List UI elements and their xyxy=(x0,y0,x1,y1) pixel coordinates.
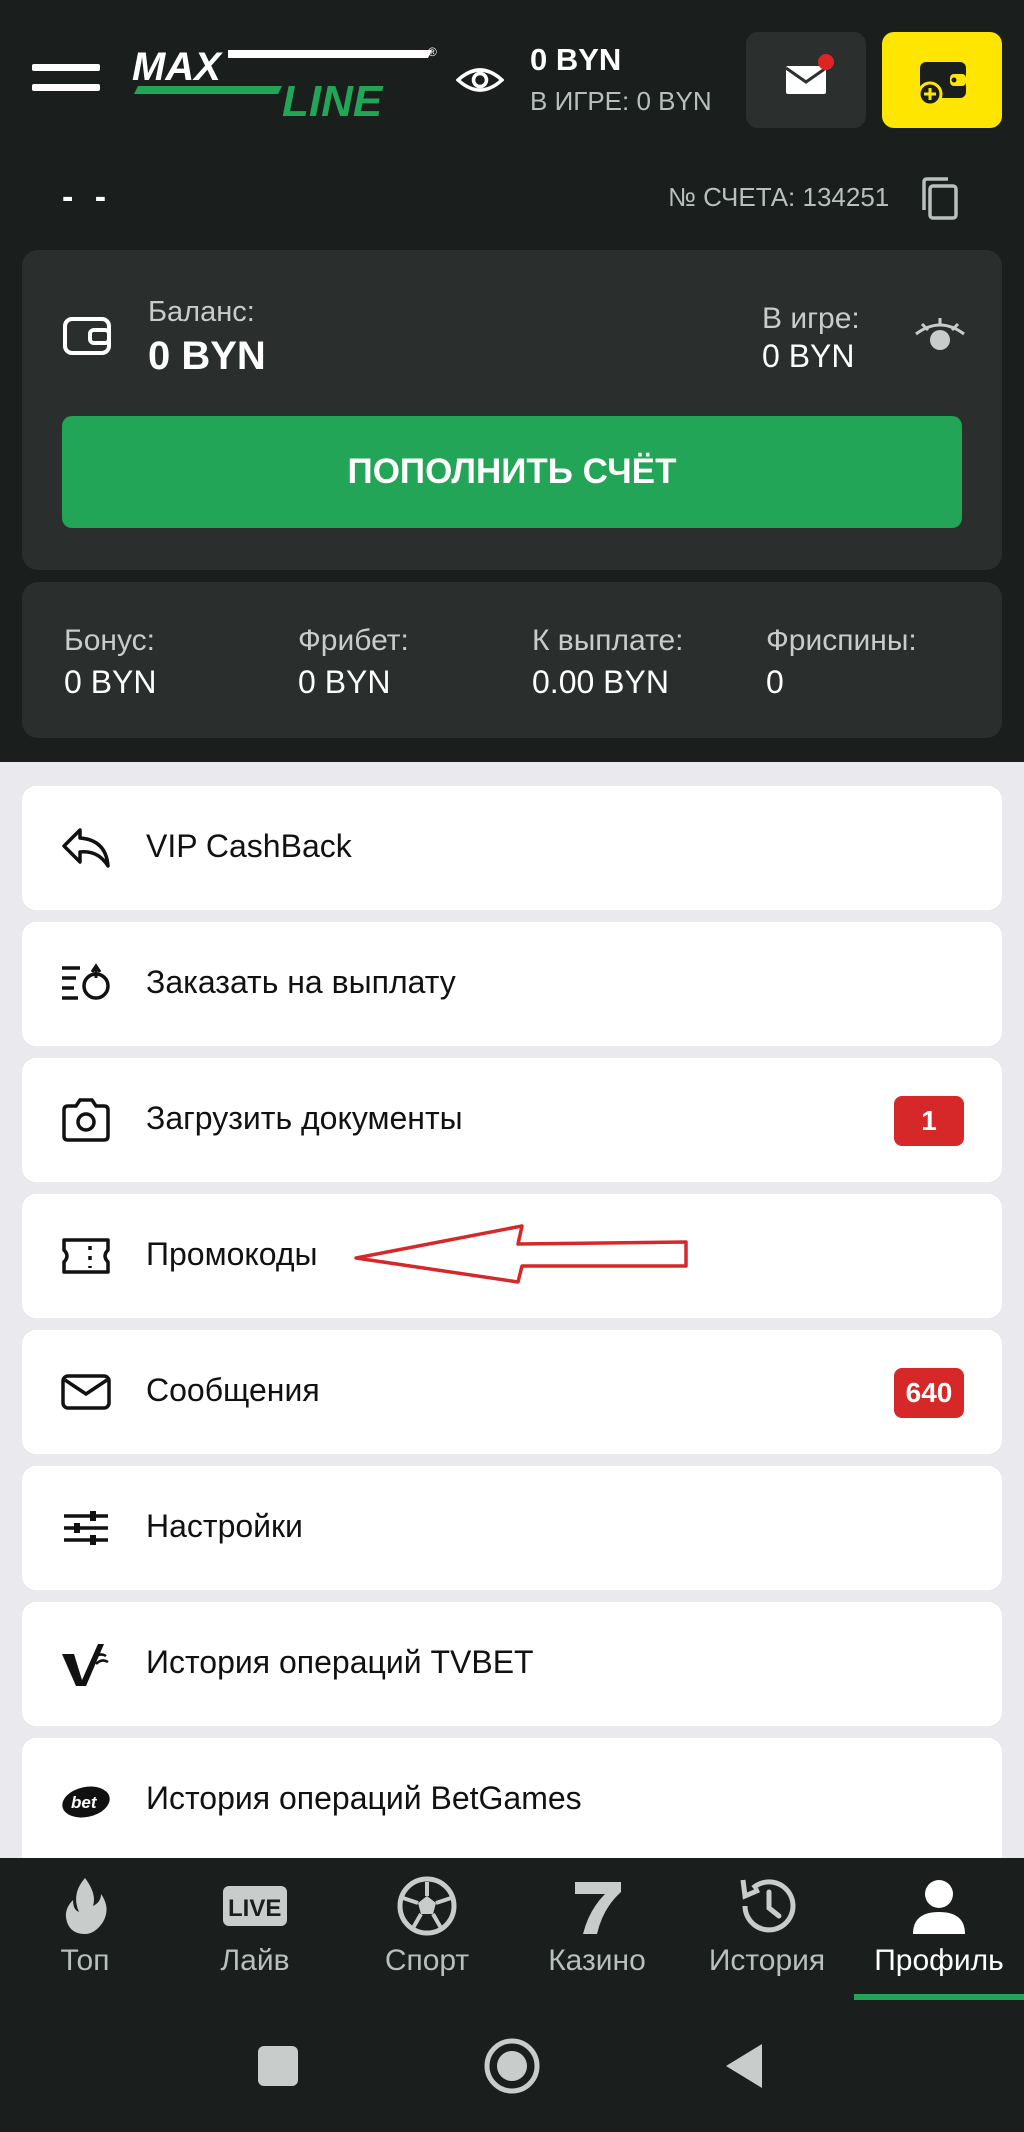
svg-text:LINE: LINE xyxy=(282,77,384,116)
nav-label: Топ xyxy=(60,1944,110,1977)
stat-value: 0.00 BYN xyxy=(532,664,669,700)
stat-freespins: Фриспины: 0 xyxy=(766,624,917,701)
header-in-game: В ИГРЕ: 0 BYN xyxy=(530,86,712,116)
seven-icon xyxy=(575,1882,621,1934)
hide-balance-icon[interactable] xyxy=(912,318,968,358)
notification-dot xyxy=(818,54,834,70)
envelope-icon xyxy=(61,1374,111,1410)
menu-item-label: Промокоды xyxy=(146,1236,318,1272)
menu-item-label: Сообщения xyxy=(146,1372,320,1408)
betgames-icon: bet xyxy=(62,1786,110,1818)
nav-label: Казино xyxy=(548,1944,646,1977)
menu-item-settings[interactable]: Настройки xyxy=(22,1466,1002,1590)
in-game-label: В игре: xyxy=(762,302,860,335)
svg-text:LIVE: LIVE xyxy=(228,1895,281,1922)
stat-value: 0 xyxy=(766,664,784,700)
menu-item-upload-documents[interactable]: Загрузить документы 1 xyxy=(22,1058,1002,1182)
menu-item-label: Загрузить документы xyxy=(146,1100,463,1136)
stat-value: 0 BYN xyxy=(298,664,391,700)
nav-sport[interactable]: Спорт xyxy=(342,1858,512,2000)
eye-icon[interactable] xyxy=(456,62,504,98)
wallet-plus-icon xyxy=(917,62,966,106)
menu-item-betgames-history[interactable]: bet История операций BetGames xyxy=(22,1738,1002,1858)
withdraw-icon xyxy=(62,963,110,1000)
menu-item-label: VIP CashBack xyxy=(146,828,352,864)
messages-count-badge: 640 xyxy=(894,1368,964,1418)
nav-top[interactable]: Топ xyxy=(0,1858,170,2000)
sliders-icon xyxy=(64,1511,108,1545)
stat-bonus: Бонус: 0 BYN xyxy=(64,624,156,701)
documents-count-badge: 1 xyxy=(894,1096,964,1146)
nav-label: Профиль xyxy=(874,1944,1004,1977)
menu-item-label: История операций BetGames xyxy=(146,1780,582,1816)
svg-text:MAX: MAX xyxy=(132,45,223,89)
user-icon xyxy=(913,1880,965,1934)
stat-value: 0 BYN xyxy=(64,664,157,700)
nav-profile[interactable]: Профиль xyxy=(854,1858,1024,2000)
nav-label: Лайв xyxy=(220,1944,290,1977)
maxline-logo[interactable]: MAX LINE ® xyxy=(132,44,442,116)
menu-item-label: Заказать на выплату xyxy=(146,964,456,1000)
svg-text:bet: bet xyxy=(71,1793,98,1812)
stat-label: Бонус: xyxy=(64,624,155,657)
nav-casino[interactable]: Казино xyxy=(512,1858,682,2000)
annotation-arrow xyxy=(354,1224,688,1284)
stat-payout: К выплате: 0.00 BYN xyxy=(532,624,684,701)
menu-item-messages[interactable]: Сообщения 640 xyxy=(22,1330,1002,1454)
home-icon[interactable] xyxy=(482,2036,542,2096)
menu-item-vip-cashback[interactable]: VIP CashBack xyxy=(22,786,1002,910)
live-icon: LIVE xyxy=(223,1886,287,1926)
messages-button[interactable] xyxy=(746,32,866,128)
stat-label: К выплате: xyxy=(532,624,684,657)
in-game-value: 0 BYN xyxy=(762,338,855,374)
nav-live[interactable]: LIVE Лайв xyxy=(170,1858,340,2000)
menu-item-withdraw[interactable]: Заказать на выплату xyxy=(22,922,1002,1046)
history-icon xyxy=(740,1879,796,1933)
header: MAX LINE ® 0 BYN В ИГРЕ: 0 BYN xyxy=(0,0,1024,150)
flame-icon xyxy=(65,1878,107,1934)
tvbet-icon xyxy=(62,1644,109,1686)
menu-icon[interactable] xyxy=(32,64,100,94)
balance-value: 0 BYN xyxy=(148,334,266,378)
system-navigation-bar xyxy=(0,2000,1024,2132)
balance-card: Баланс: 0 BYN В игре: 0 BYN ПОПОЛНИТЬ СЧ… xyxy=(22,250,1002,570)
stat-label: Фрибет: xyxy=(298,624,409,657)
menu-item-label: Настройки xyxy=(146,1508,303,1544)
soccer-ball-icon xyxy=(397,1876,457,1936)
header-balance: 0 BYN xyxy=(530,42,622,77)
copy-icon[interactable] xyxy=(920,176,960,222)
camera-icon xyxy=(62,1098,110,1142)
bottom-navigation: Топ LIVE Лайв Спорт Казино История Профи… xyxy=(0,1858,1024,2000)
nav-label: Спорт xyxy=(384,1944,470,1977)
ticket-icon xyxy=(62,1238,110,1274)
back-icon[interactable] xyxy=(716,2036,776,2096)
reply-icon xyxy=(62,828,110,868)
nav-history[interactable]: История xyxy=(682,1858,852,2000)
user-name: - - xyxy=(62,178,113,216)
menu-item-tvbet-history[interactable]: История операций TVBET xyxy=(22,1602,1002,1726)
menu-item-label: История операций TVBET xyxy=(146,1644,534,1680)
svg-text:®: ® xyxy=(428,45,437,59)
nav-label: История xyxy=(708,1944,826,1977)
account-number: № СЧЕТА: 134251 xyxy=(668,182,890,212)
recents-icon[interactable] xyxy=(248,2036,308,2096)
stat-label: Фриспины: xyxy=(766,624,917,657)
wallet-icon xyxy=(63,317,111,355)
stats-card: Бонус: 0 BYN Фрибет: 0 BYN К выплате: 0.… xyxy=(22,582,1002,738)
balance-label: Баланс: xyxy=(148,296,255,328)
deposit-wallet-button[interactable] xyxy=(882,32,1002,128)
stat-freebet: Фрибет: 0 BYN xyxy=(298,624,409,701)
topup-button[interactable]: ПОПОЛНИТЬ СЧЁТ xyxy=(62,416,962,528)
